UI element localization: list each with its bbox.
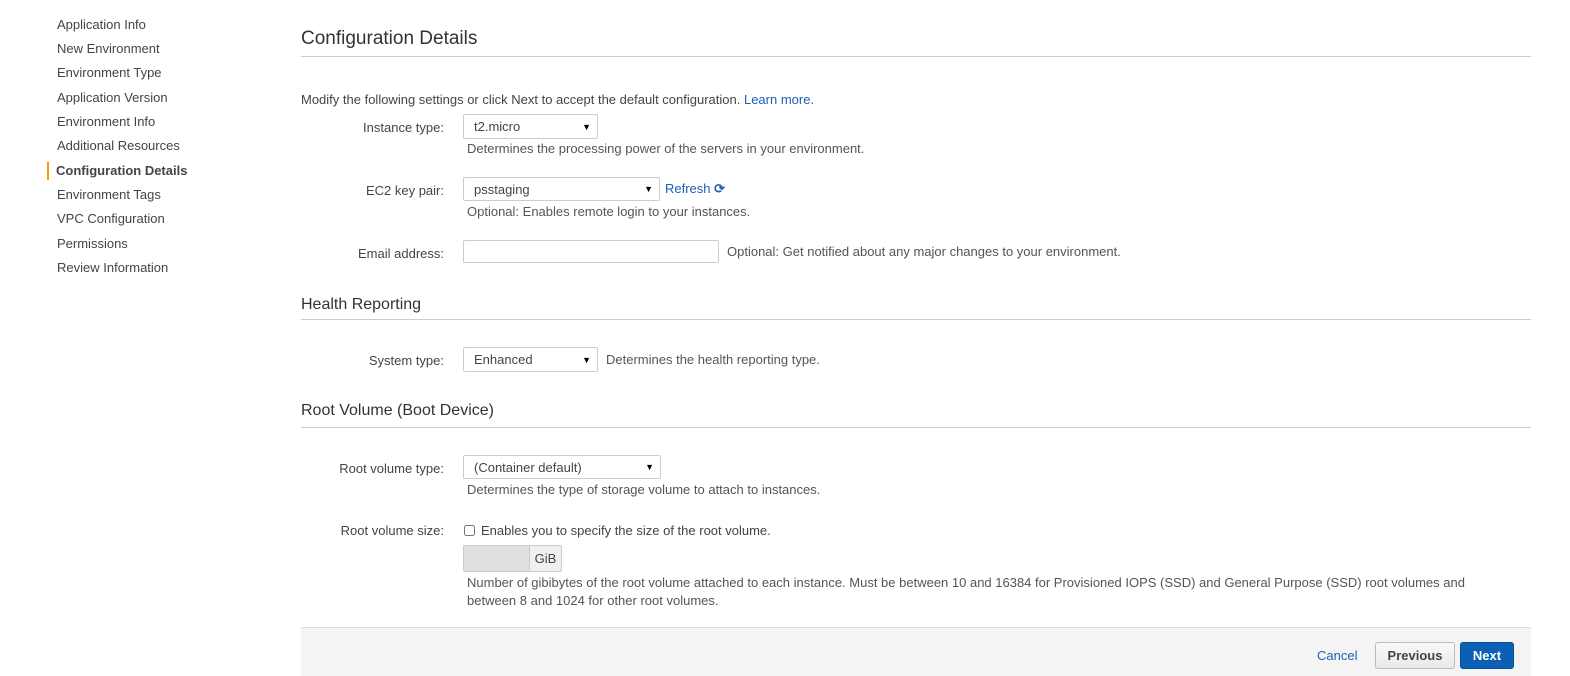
dropdown-arrow-icon: ▼	[582, 354, 591, 365]
root-volume-size-checkbox[interactable]	[464, 525, 475, 536]
refresh-link[interactable]: Refresh ⟳	[665, 181, 725, 197]
active-indicator	[47, 162, 49, 180]
intro-text-body: Modify the following settings or click N…	[301, 92, 741, 107]
refresh-icon: ⟳	[714, 181, 726, 196]
system-type-help: Determines the health reporting type.	[606, 352, 820, 367]
instance-type-select[interactable]: t2.micro ▼	[463, 114, 598, 139]
key-pair-value: psstaging	[474, 181, 530, 197]
key-pair-select[interactable]: psstaging ▼	[463, 177, 660, 201]
next-button[interactable]: Next	[1460, 642, 1514, 669]
sidebar-item-additional-resources[interactable]: Additional Resources	[57, 138, 180, 153]
divider	[301, 427, 1531, 428]
key-pair-label: EC2 key pair:	[365, 183, 444, 198]
sidebar-item-review-information[interactable]: Review Information	[57, 260, 168, 275]
email-input[interactable]	[463, 240, 719, 263]
root-volume-heading: Root Volume (Boot Device)	[301, 402, 494, 419]
root-volume-size-label: Root volume size:	[340, 523, 444, 538]
sidebar-item-application-version[interactable]: Application Version	[57, 90, 168, 105]
root-volume-type-help: Determines the type of storage volume to…	[467, 482, 821, 497]
sidebar-item-new-environment[interactable]: New Environment	[57, 41, 160, 56]
divider	[301, 56, 1531, 57]
root-volume-type-label: Root volume type:	[339, 461, 444, 476]
sidebar-item-environment-type[interactable]: Environment Type	[57, 65, 162, 80]
previous-button[interactable]: Previous	[1375, 642, 1455, 669]
email-help: Optional: Get notified about any major c…	[727, 244, 1121, 259]
key-pair-help: Optional: Enables remote login to your i…	[467, 204, 751, 219]
email-label: Email address:	[358, 246, 444, 261]
root-volume-size-input[interactable]	[463, 545, 530, 572]
instance-type-help: Determines the processing power of the s…	[467, 141, 865, 156]
root-volume-type-value: (Container default)	[474, 459, 582, 475]
dropdown-arrow-icon: ▼	[582, 121, 591, 132]
dropdown-arrow-icon: ▼	[645, 462, 654, 472]
refresh-label: Refresh	[665, 181, 711, 196]
sidebar-item-configuration-details[interactable]: Configuration Details	[56, 163, 187, 178]
system-type-select[interactable]: Enhanced ▼	[463, 347, 598, 372]
system-type-label: System type:	[368, 353, 444, 368]
divider	[301, 319, 1531, 320]
system-type-value: Enhanced	[474, 352, 533, 367]
health-reporting-heading: Health Reporting	[301, 296, 422, 313]
cancel-link[interactable]: Cancel	[1317, 648, 1357, 663]
page-title: Configuration Details	[301, 28, 478, 49]
dropdown-arrow-icon: ▼	[644, 184, 653, 194]
instance-type-value: t2.micro	[474, 119, 521, 134]
sidebar-item-vpc-configuration[interactable]: VPC Configuration	[57, 211, 165, 226]
sidebar-item-application-info[interactable]: Application Info	[57, 17, 146, 32]
instance-type-label: Instance type:	[363, 120, 444, 135]
sidebar-item-permissions[interactable]: Permissions	[57, 236, 128, 251]
gib-unit-addon: GiB	[529, 545, 562, 572]
intro-text: Modify the following settings or click N…	[301, 92, 814, 107]
root-volume-size-checkbox-label: Enables you to specify the size of the r…	[481, 523, 771, 538]
root-volume-size-help: Number of gibibytes of the root volume a…	[467, 575, 1465, 608]
learn-more-link[interactable]: Learn more.	[744, 92, 814, 107]
sidebar-item-environment-info[interactable]: Environment Info	[57, 114, 155, 129]
sidebar-item-environment-tags[interactable]: Environment Tags	[57, 187, 161, 202]
root-volume-type-select[interactable]: (Container default) ▼	[463, 455, 661, 479]
